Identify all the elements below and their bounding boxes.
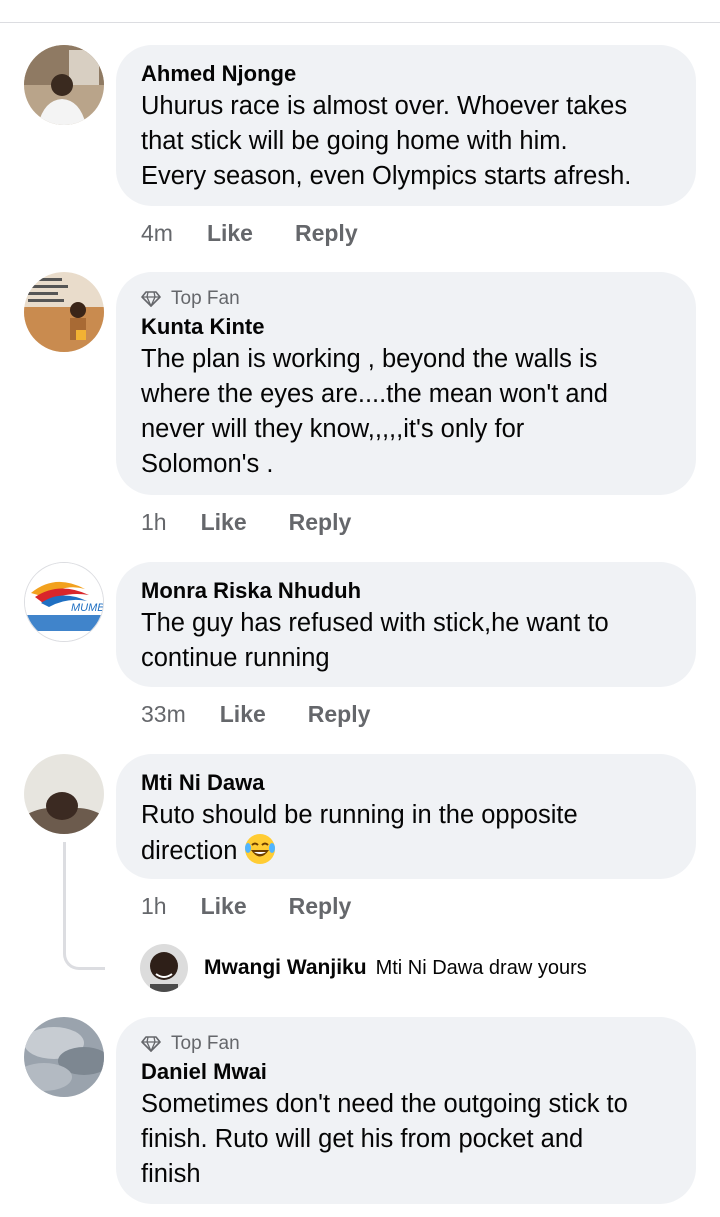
comment-bubble-3[interactable]: Monra Riska Nhuduh The guy has refused w… xyxy=(116,562,696,687)
comment-bubble-5[interactable]: Top Fan Daniel Mwai Sometimes don't need… xyxy=(116,1017,696,1204)
avatar-mti-ni-dawa[interactable] xyxy=(24,754,104,834)
reply-button[interactable]: Reply xyxy=(308,701,371,728)
diamond-icon xyxy=(141,291,161,307)
comment-bubble-1[interactable]: Ahmed Njonge Uhurus race is almost over.… xyxy=(116,45,696,206)
reply-author[interactable]: Mwangi Wanjiku xyxy=(204,956,367,980)
comment-text: Ruto should be running in the opposite d… xyxy=(141,798,672,875)
top-divider xyxy=(0,22,720,23)
comment-text: The plan is working , beyond the walls i… xyxy=(141,345,608,478)
comment-text: Uhurus race is almost over. Whoever take… xyxy=(141,92,632,190)
laughing-tears-emoji-icon xyxy=(244,833,276,875)
avatar-kunta-kinte[interactable] xyxy=(24,272,104,352)
comment-time[interactable]: 1h xyxy=(141,509,167,536)
comment-author[interactable]: Daniel Mwai xyxy=(141,1057,672,1087)
diamond-icon xyxy=(141,1036,161,1052)
like-button[interactable]: Like xyxy=(220,701,266,728)
comment-text: The guy has refused with stick,he want t… xyxy=(141,609,609,672)
avatar-ahmed-njonge[interactable] xyxy=(24,45,104,125)
comment-author[interactable]: Mti Ni Dawa xyxy=(141,768,672,798)
comment-actions: 33m Like Reply xyxy=(141,701,370,728)
comment-actions: 1h Like Reply xyxy=(141,509,351,536)
comment-bubble-4[interactable]: Mti Ni Dawa Ruto should be running in th… xyxy=(116,754,696,879)
comment-time[interactable]: 4m xyxy=(141,220,173,247)
comment-time[interactable]: 33m xyxy=(141,701,186,728)
top-fan-badge: Top Fan xyxy=(141,1031,672,1057)
comment-time[interactable]: 1h xyxy=(141,893,167,920)
reply-thread-line xyxy=(63,842,105,970)
like-button[interactable]: Like xyxy=(201,509,247,536)
avatar-logo-text: MUMBAI INDIANS xyxy=(71,602,104,614)
reply-button[interactable]: Reply xyxy=(295,220,358,247)
top-fan-badge: Top Fan xyxy=(141,286,672,312)
like-button[interactable]: Like xyxy=(207,220,253,247)
avatar-monra-riska-nhuduh[interactable]: MUMBAI INDIANS xyxy=(24,562,104,642)
avatar-daniel-mwai[interactable] xyxy=(24,1017,104,1097)
reply-button[interactable]: Reply xyxy=(289,509,352,536)
comment-text: Sometimes don't need the outgoing stick … xyxy=(141,1090,628,1188)
comment-author[interactable]: Monra Riska Nhuduh xyxy=(141,576,672,606)
reply-text: Mti Ni Dawa draw yours xyxy=(375,956,587,979)
comment-author[interactable]: Ahmed Njonge xyxy=(141,59,672,89)
comment-author[interactable]: Kunta Kinte xyxy=(141,312,672,342)
comment-actions: 1h Like Reply xyxy=(141,893,351,920)
reply-button[interactable]: Reply xyxy=(289,893,352,920)
like-button[interactable]: Like xyxy=(201,893,247,920)
reply-preview[interactable]: Mwangi Wanjiku Mti Ni Dawa draw yours xyxy=(140,944,587,992)
comment-actions: 4m Like Reply xyxy=(141,220,358,247)
comment-bubble-2[interactable]: Top Fan Kunta Kinte The plan is working … xyxy=(116,272,696,495)
avatar-mwangi-wanjiku[interactable] xyxy=(140,944,188,992)
